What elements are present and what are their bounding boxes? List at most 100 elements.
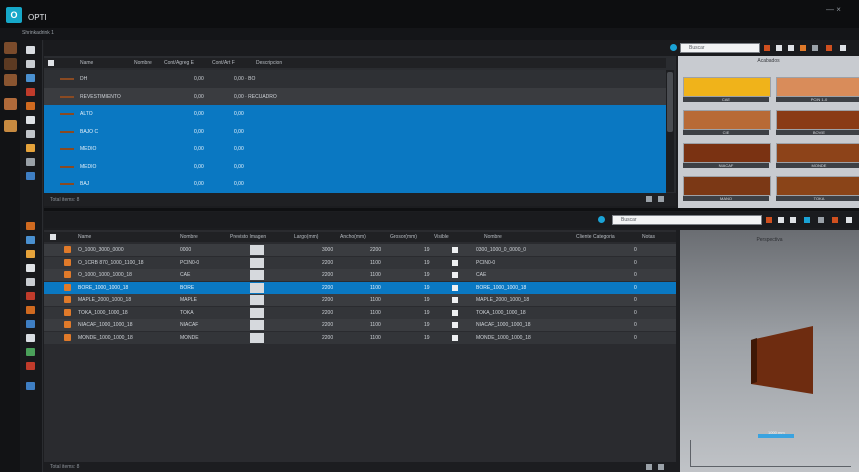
visible-checkbox[interactable]: [452, 284, 458, 291]
arrow-right-icon[interactable]: [776, 45, 782, 51]
app-logo[interactable]: O: [6, 7, 22, 23]
refresh-icon[interactable]: [598, 216, 605, 223]
visible-checkbox[interactable]: [452, 322, 458, 328]
visible-checkbox[interactable]: [452, 334, 458, 341]
visible-checkbox[interactable]: [452, 272, 458, 278]
info-icon[interactable]: [26, 382, 35, 390]
arrow-right-icon[interactable]: [778, 217, 784, 223]
finish-tile[interactable]: [683, 143, 771, 163]
refresh-icon[interactable]: [670, 44, 677, 51]
filter-icon[interactable]: [766, 217, 772, 223]
col-header[interactable]: Visible: [434, 234, 449, 240]
col-header[interactable]: Cont/Art F: [212, 60, 235, 66]
link-icon[interactable]: [804, 217, 810, 223]
cut-icon[interactable]: [26, 278, 35, 286]
print-icon[interactable]: [26, 306, 35, 314]
finish-tile[interactable]: [776, 176, 859, 196]
export-icon[interactable]: [26, 348, 35, 356]
open-icon[interactable]: [26, 60, 35, 68]
top-scroll-thumb[interactable]: [667, 72, 673, 132]
export-icon[interactable]: [646, 196, 652, 202]
window-controls[interactable]: — ×: [826, 5, 841, 14]
wood-icon[interactable]: [4, 98, 17, 110]
save-icon[interactable]: [26, 74, 35, 82]
table-row[interactable]: BAJ 0,00 0,00: [44, 175, 666, 193]
palette-icon[interactable]: [4, 74, 17, 86]
table-row[interactable]: BORE_1000_1000_18 BORE 2200 1100 19 BORE_1000…: [44, 281, 676, 294]
chart-icon[interactable]: [26, 144, 35, 152]
arrow-left-icon[interactable]: [788, 45, 794, 51]
select-all-checkbox[interactable]: [48, 60, 54, 66]
visible-checkbox[interactable]: [452, 259, 458, 266]
star-icon[interactable]: [800, 45, 806, 51]
col-header[interactable]: Notas: [642, 234, 655, 240]
close-icon[interactable]: [26, 362, 35, 370]
finish-tile[interactable]: [683, 77, 771, 97]
col-header[interactable]: Previsto Imagen: [230, 234, 266, 240]
close-icon[interactable]: [826, 45, 832, 51]
col-header[interactable]: Largo(mm): [294, 234, 318, 240]
arrow-left-icon[interactable]: [790, 217, 796, 223]
delete-icon[interactable]: [26, 292, 35, 300]
table-row[interactable]: NIACAF_1000_1000_18 NIACAF 2200 1100 19 NIACA…: [44, 319, 676, 331]
col-header[interactable]: Cliente Categoria: [576, 234, 615, 240]
visible-checkbox[interactable]: [452, 309, 458, 316]
col-header[interactable]: Nombre: [134, 60, 152, 66]
search-input[interactable]: Buscar: [612, 215, 762, 225]
finish-tile[interactable]: [776, 110, 859, 130]
splitter[interactable]: [44, 208, 859, 211]
open-icon[interactable]: [26, 236, 35, 244]
copy-icon[interactable]: [26, 116, 35, 124]
table-row[interactable]: DH 0,00 0,00 · BO: [44, 70, 666, 88]
info-icon[interactable]: [26, 172, 35, 180]
print-icon[interactable]: [658, 196, 664, 202]
finish-tile[interactable]: [683, 176, 771, 196]
visible-checkbox[interactable]: [452, 297, 458, 303]
table-row[interactable]: MEDIO 0,00 0,00: [44, 157, 666, 176]
col-header[interactable]: Ancho(mm): [340, 234, 366, 240]
export-icon[interactable]: [646, 464, 652, 470]
copy-icon[interactable]: [26, 264, 35, 272]
table-row[interactable]: O_1CRB 870_1000_1100_18 PCIN0-0 2200 1100 19…: [44, 256, 676, 269]
table-row[interactable]: O_1000_1000_1000_18 CAE 2200 1100 19 CAE 0: [44, 269, 676, 281]
filter-icon[interactable]: [764, 45, 770, 51]
visible-checkbox[interactable]: [452, 247, 458, 253]
settings-icon[interactable]: [812, 45, 818, 51]
folder-icon[interactable]: [4, 42, 17, 54]
brush-icon[interactable]: [4, 58, 17, 70]
table-row[interactable]: TOKA_1000_1000_18 TOKA 2200 1100 19 TOKA_1000…: [44, 306, 676, 319]
col-header[interactable]: Nombre: [484, 234, 502, 240]
table-row[interactable]: BAJO C 0,00 0,00: [44, 122, 666, 141]
col-header[interactable]: Nombre: [180, 234, 198, 240]
finish-tile[interactable]: [683, 110, 771, 130]
col-header[interactable]: Descripcion: [256, 60, 282, 66]
delete-icon[interactable]: [26, 88, 35, 96]
col-header[interactable]: Name: [80, 60, 93, 66]
table-row[interactable]: O_1000_3000_0000 0000 3000 2200 19 0300_1000_…: [44, 244, 676, 256]
new-icon[interactable]: [26, 46, 35, 54]
settings-icon[interactable]: [26, 334, 35, 342]
table-row[interactable]: MEDIO 0,00 0,00: [44, 140, 666, 158]
select-all-checkbox[interactable]: [50, 234, 56, 240]
menu-icon[interactable]: [840, 45, 846, 51]
chart-icon[interactable]: [26, 320, 35, 328]
table-row[interactable]: ALTO 0,00 0,00: [44, 105, 666, 123]
save-icon[interactable]: [26, 250, 35, 258]
print-icon[interactable]: [26, 130, 35, 138]
col-header[interactable]: Cont/Agreg E: [164, 60, 194, 66]
table-row[interactable]: MAPLE_2000_1000_18 MAPLE 2200 1100 19 MAPLE_2…: [44, 294, 676, 306]
settings-icon[interactable]: [818, 217, 824, 223]
table-row[interactable]: MONDE_1000_1000_18 MONDE 2200 1100 19 MONDE_1…: [44, 331, 676, 344]
tools-icon[interactable]: [4, 120, 17, 132]
col-header[interactable]: Grosor(mm): [390, 234, 417, 240]
table-row[interactable]: REVESTIMIENTO 0,00 0,00 · RECUADRO: [44, 87, 666, 106]
new-icon[interactable]: [26, 222, 35, 230]
cut-icon[interactable]: [26, 102, 35, 110]
finish-tile[interactable]: [776, 143, 859, 163]
menu-label[interactable]: Shrinkadrink 1: [22, 30, 54, 36]
col-header[interactable]: Name: [78, 234, 91, 240]
finish-tile[interactable]: [776, 77, 859, 97]
menu-icon[interactable]: [846, 217, 852, 223]
settings-icon[interactable]: [26, 158, 35, 166]
close-icon[interactable]: [832, 217, 838, 223]
